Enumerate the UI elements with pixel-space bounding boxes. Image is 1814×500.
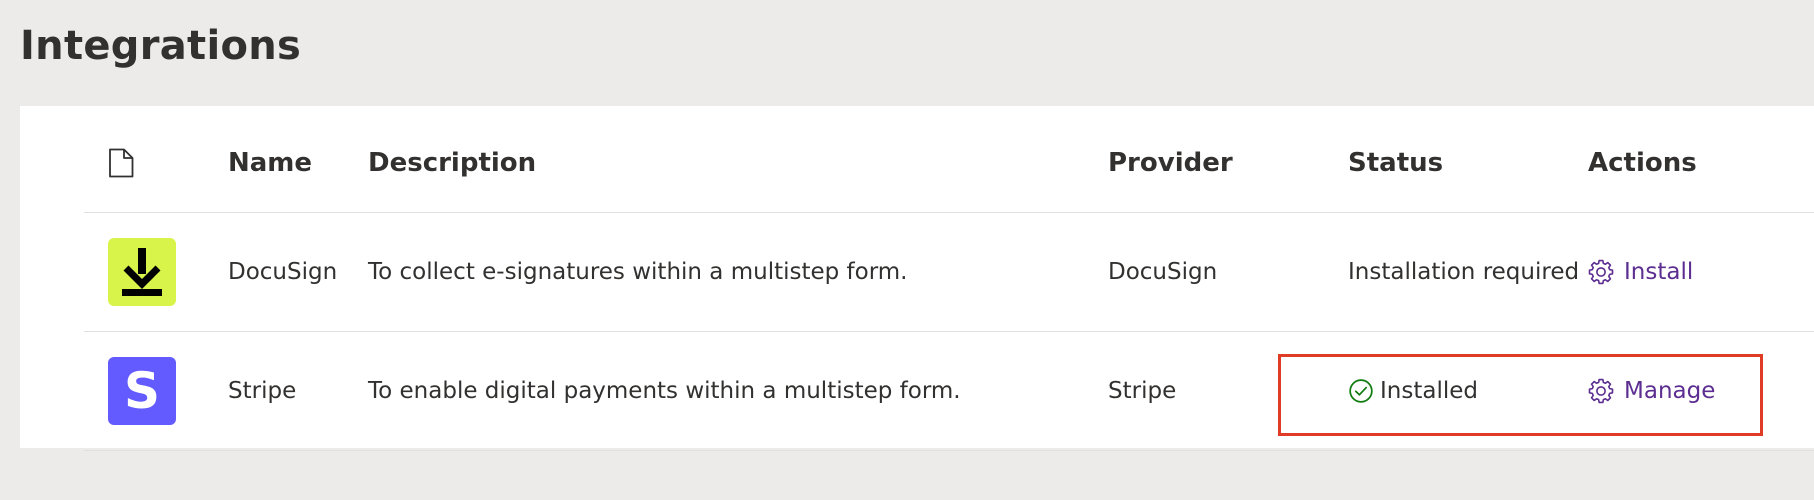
column-header-provider[interactable]: Provider: [1108, 106, 1338, 212]
install-label: Install: [1624, 259, 1694, 285]
integration-description: To enable digital payments within a mult…: [368, 378, 961, 404]
status-label: Installed: [1380, 378, 1478, 404]
integration-name: Stripe: [228, 378, 297, 404]
gear-icon: [1588, 378, 1614, 404]
integration-description: To collect e-signatures within a multist…: [368, 259, 908, 285]
integration-name: DocuSign: [228, 259, 338, 285]
integration-status: Installed: [1348, 378, 1478, 404]
stripe-logo: S: [108, 357, 176, 425]
file-icon: [108, 106, 208, 212]
page-title: Integrations: [20, 23, 302, 69]
column-header-status[interactable]: Status: [1348, 106, 1578, 212]
docusign-logo: [108, 238, 176, 306]
table-header-row: Name Description Provider Status Actions: [84, 106, 1814, 213]
integration-provider: DocuSign: [1108, 259, 1218, 285]
integration-status: Installation required: [1348, 259, 1580, 285]
gear-icon: [1588, 259, 1614, 285]
integration-provider: Stripe: [1108, 378, 1177, 404]
check-circle-icon: [1349, 379, 1373, 403]
table-row-stripe: S Stripe To enable digital payments with…: [84, 332, 1814, 451]
column-header-name[interactable]: Name: [228, 106, 358, 212]
table-row-docusign: DocuSign To collect e-signatures within …: [84, 213, 1814, 332]
stripe-s-icon: S: [123, 362, 160, 420]
integrations-card: Name Description Provider Status Actions…: [20, 106, 1814, 451]
manage-button[interactable]: Manage: [1588, 378, 1715, 404]
column-header-description[interactable]: Description: [368, 106, 1098, 212]
integrations-table: Name Description Provider Status Actions…: [84, 106, 1814, 451]
manage-label: Manage: [1624, 378, 1716, 404]
download-arrow-icon: [122, 248, 162, 296]
install-button[interactable]: Install: [1588, 259, 1693, 285]
column-header-actions: Actions: [1588, 148, 1697, 178]
